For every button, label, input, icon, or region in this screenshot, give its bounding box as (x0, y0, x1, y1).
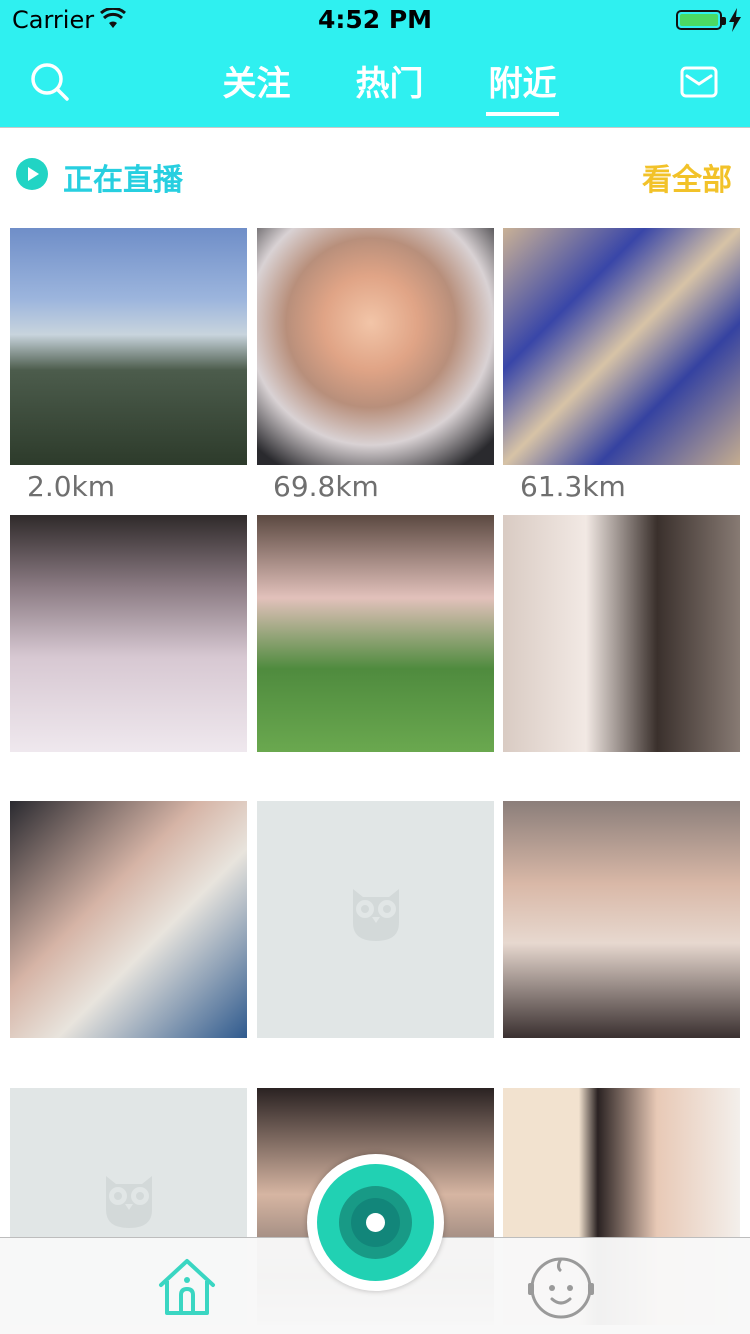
tab-nearby[interactable]: 附近 (456, 40, 589, 128)
distance-label: 61.3km (520, 470, 626, 503)
owl-icon (106, 1176, 152, 1228)
record-icon[interactable] (307, 1154, 444, 1291)
see-all-link[interactable]: 看全部 (642, 155, 732, 199)
status-bar: Carrier 4:52 PM (0, 0, 750, 40)
profile-icon[interactable] (528, 1255, 594, 1321)
tab-following[interactable]: 关注 (190, 40, 323, 128)
tab-popular[interactable]: 热门 (323, 40, 456, 128)
play-icon (16, 158, 48, 190)
live-thumbnail[interactable] (503, 801, 740, 1038)
owl-icon (353, 889, 399, 941)
live-thumbnail-placeholder[interactable] (257, 801, 494, 1038)
nav-bar: 关注 热门 附近 (0, 40, 750, 128)
live-thumbnail[interactable] (10, 515, 247, 752)
home-icon[interactable] (155, 1255, 219, 1319)
mail-icon[interactable] (680, 66, 718, 98)
live-thumbnail[interactable] (257, 228, 494, 465)
distance-label: 2.0km (27, 470, 116, 503)
charging-bolt-icon (729, 8, 741, 32)
nav-tabs: 关注 热门 附近 (190, 40, 589, 128)
live-section-header: 正在直播 看全部 (0, 129, 750, 221)
live-thumbnail[interactable] (503, 228, 740, 465)
live-thumbnail[interactable] (10, 801, 247, 1038)
live-thumbnail[interactable] (10, 228, 247, 465)
live-thumbnail[interactable] (503, 515, 740, 752)
search-icon[interactable] (30, 62, 70, 102)
live-thumbnail[interactable] (257, 515, 494, 752)
distance-label: 69.8km (273, 470, 379, 503)
status-time: 4:52 PM (317, 5, 433, 34)
live-section-title: 正在直播 (63, 163, 183, 198)
battery-icon (676, 10, 726, 30)
